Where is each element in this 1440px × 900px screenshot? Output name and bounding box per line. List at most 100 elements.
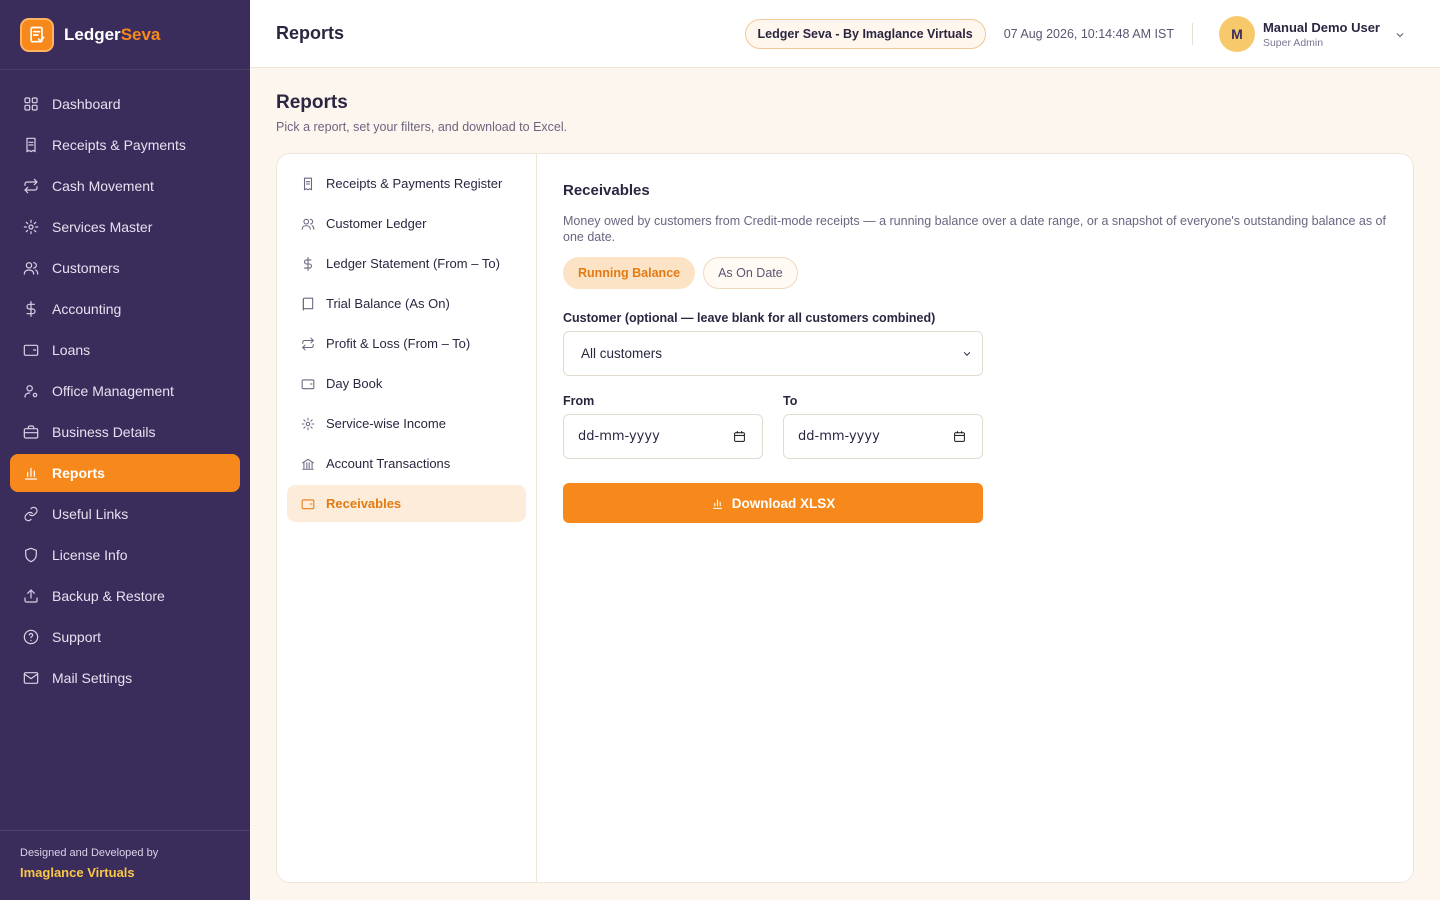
wallet-icon xyxy=(23,342,39,358)
sidebar-item-loans[interactable]: Loans xyxy=(10,331,240,369)
report-item-service-wise-income[interactable]: Service-wise Income xyxy=(287,405,526,442)
user-gear-icon xyxy=(23,383,39,399)
sidebar-item-receipts-payments[interactable]: Receipts & Payments xyxy=(10,126,240,164)
report-panel: Receivables Money owed by customers from… xyxy=(563,182,1393,523)
gear-icon xyxy=(23,219,39,235)
sidebar-item-label: Cash Movement xyxy=(52,178,154,194)
sidebar-item-mail-settings[interactable]: Mail Settings xyxy=(10,659,240,697)
sidebar-item-support[interactable]: Support xyxy=(10,618,240,656)
sidebar-item-label: Support xyxy=(52,629,102,645)
calendar-icon[interactable] xyxy=(733,430,746,443)
avatar: M xyxy=(1218,16,1255,52)
mail-icon xyxy=(23,670,39,686)
user-menu[interactable]: M Manual Demo User Super Admin xyxy=(1218,16,1406,52)
briefcase-icon xyxy=(23,424,39,440)
sidebar-item-useful-links[interactable]: Useful Links xyxy=(10,495,240,533)
customer-select-value: All customers xyxy=(581,346,663,361)
sidebar-item-label: Business Details xyxy=(52,424,156,440)
sidebar-item-label: Receipts & Payments xyxy=(52,137,186,153)
report-list: Receipts & Payments Register Customer Led… xyxy=(277,154,537,882)
arrows-swap-icon xyxy=(301,337,315,351)
page-subtitle: Pick a report, set your filters, and dow… xyxy=(276,120,568,134)
report-item-trial-balance-as-on[interactable]: Trial Balance (As On) xyxy=(287,285,526,322)
report-item-label: Receipts & Payments Register xyxy=(326,176,503,191)
report-item-customer-ledger[interactable]: Customer Ledger xyxy=(287,205,526,242)
report-item-receivables[interactable]: Receivables xyxy=(287,485,526,522)
to-date-input[interactable]: dd-mm-yyyy xyxy=(783,414,983,459)
sidebar-item-dashboard[interactable]: Dashboard xyxy=(10,85,240,123)
sidebar-item-label: Office Management xyxy=(52,383,174,399)
brand[interactable]: LedgerSeva xyxy=(0,0,250,70)
topbar-right: Ledger Seva - By Imaglance Virtuals 07 A… xyxy=(744,0,1406,68)
download-label: Download XLSX xyxy=(731,495,836,511)
chevron-down-icon[interactable] xyxy=(1394,28,1406,40)
report-item-label: Account Transactions xyxy=(326,456,451,471)
sidebar-item-label: Customers xyxy=(52,260,120,276)
link-icon xyxy=(23,506,39,522)
page-header: Reports Pick a report, set your filters,… xyxy=(276,92,567,134)
customer-select[interactable]: All customers xyxy=(563,331,983,376)
report-item-day-book[interactable]: Day Book xyxy=(287,365,526,402)
bar-chart-icon xyxy=(23,465,39,481)
user-info: Manual Demo User Super Admin xyxy=(1263,20,1380,49)
to-date-placeholder: dd-mm-yyyy xyxy=(798,429,880,444)
chevron-down-icon xyxy=(963,351,971,356)
topbar-title: Reports xyxy=(276,23,345,43)
mode-running-balance-button[interactable]: Running Balance xyxy=(563,257,696,289)
user-name: Manual Demo User xyxy=(1262,19,1380,35)
sidebar-item-label: Mail Settings xyxy=(52,670,133,686)
users-icon xyxy=(23,260,39,276)
sidebar-item-label: Dashboard xyxy=(52,96,121,112)
sidebar-item-label: License Info xyxy=(52,547,128,563)
wallet-icon xyxy=(301,377,315,391)
footer-developer-name: Imaglance Virtuals xyxy=(20,865,135,880)
book-icon xyxy=(301,297,315,311)
dollar-icon xyxy=(23,301,39,317)
calendar-icon[interactable] xyxy=(953,430,966,443)
wallet-icon xyxy=(301,497,315,511)
upload-icon xyxy=(23,588,39,604)
sidebar-item-label: Accounting xyxy=(52,301,122,317)
report-item-label: Service-wise Income xyxy=(326,416,446,431)
report-item-ledger-statement-from-to[interactable]: Ledger Statement (From – To) xyxy=(287,245,526,282)
topbar: Reports Ledger Seva - By Imaglance Virtu… xyxy=(250,0,1440,68)
report-item-profit-loss-from-to[interactable]: Profit & Loss (From – To) xyxy=(287,325,526,362)
from-date-placeholder: dd-mm-yyyy xyxy=(578,429,660,444)
sidebar-item-office-management[interactable]: Office Management xyxy=(10,372,240,410)
sidebar-item-label: Services Master xyxy=(52,219,153,235)
page-title: Reports xyxy=(276,92,348,113)
arrows-swap-icon xyxy=(23,178,39,194)
sidebar-item-reports[interactable]: Reports xyxy=(10,454,240,492)
users-icon xyxy=(301,217,315,231)
gear-icon xyxy=(301,417,315,431)
grid-icon xyxy=(23,96,39,112)
report-item-label: Day Book xyxy=(326,376,383,391)
sidebar-item-accounting[interactable]: Accounting xyxy=(10,290,240,328)
sidebar-footer: Designed and Developed by Imaglance Virt… xyxy=(0,830,250,900)
from-label: From xyxy=(563,394,595,408)
sidebar-item-license-info[interactable]: License Info xyxy=(10,536,240,574)
footer-credit-label: Designed and Developed by xyxy=(20,847,159,859)
dollar-icon xyxy=(301,257,315,271)
sidebar-item-services-master[interactable]: Services Master xyxy=(10,208,240,246)
report-item-label: Customer Ledger xyxy=(326,216,427,231)
user-role: Super Admin xyxy=(1262,36,1324,49)
shield-icon xyxy=(23,547,39,563)
report-item-account-transactions[interactable]: Account Transactions xyxy=(287,445,526,482)
report-item-label: Trial Balance (As On) xyxy=(326,296,450,311)
receipt-icon xyxy=(301,177,315,191)
report-item-receipts-payments-register[interactable]: Receipts & Payments Register xyxy=(287,165,526,202)
brand-pill: Ledger Seva - By Imaglance Virtuals xyxy=(744,19,986,49)
to-field: To dd-mm-yyyy xyxy=(783,394,983,459)
sidebar-item-business-details[interactable]: Business Details xyxy=(10,413,240,451)
sidebar-item-customers[interactable]: Customers xyxy=(10,249,240,287)
from-date-input[interactable]: dd-mm-yyyy xyxy=(563,414,763,459)
sidebar-item-cash-movement[interactable]: Cash Movement xyxy=(10,167,240,205)
current-timestamp: 07 Aug 2026, 10:14:48 AM IST xyxy=(1004,23,1193,45)
sidebar-item-backup-restore[interactable]: Backup & Restore xyxy=(10,577,240,615)
download-xlsx-button[interactable]: Download XLSX xyxy=(563,483,983,523)
sidebar-item-label: Useful Links xyxy=(52,506,129,522)
mode-as-on-date-button[interactable]: As On Date xyxy=(703,257,798,289)
bar-chart-icon xyxy=(712,499,722,509)
panel-title: Receivables xyxy=(563,182,650,199)
